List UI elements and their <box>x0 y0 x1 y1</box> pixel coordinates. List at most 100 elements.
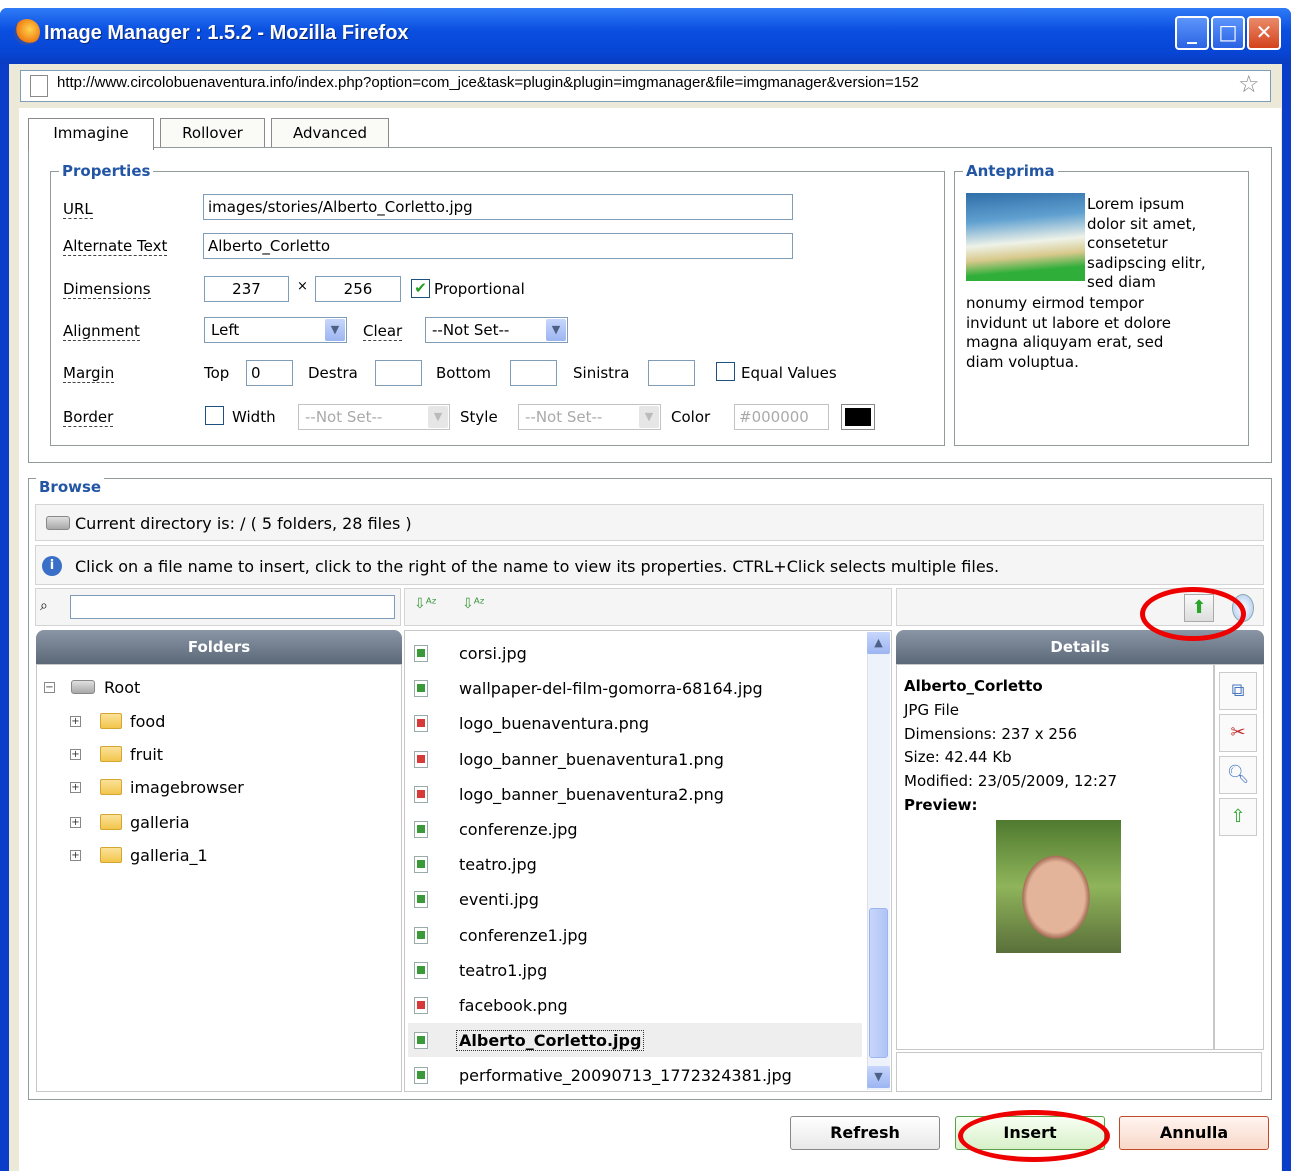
jpg-file-icon <box>414 680 428 698</box>
file-name[interactable]: conferenze.jpg <box>459 820 578 839</box>
expand-icon[interactable]: + <box>70 817 81 828</box>
close-button[interactable]: ✕ <box>1247 16 1281 50</box>
file-row[interactable]: conferenze.jpg <box>408 812 862 846</box>
alignment-select[interactable]: Left ▼ <box>204 317 347 343</box>
new-file-icon[interactable]: ⇧ <box>1219 798 1257 836</box>
refresh-button[interactable]: Refresh <box>790 1116 940 1150</box>
folder-galleria-1[interactable]: galleria_1 <box>130 846 208 866</box>
clear-select[interactable]: --Not Set-- ▼ <box>425 317 568 343</box>
file-row[interactable]: teatro.jpg <box>408 847 862 881</box>
alt-text-input[interactable]: Alberto_Corletto <box>203 233 793 259</box>
cut-icon[interactable]: ✂ <box>1219 714 1257 752</box>
file-name[interactable]: wallpaper-del-film-gomorra-68164.jpg <box>459 679 763 698</box>
file-name[interactable]: conferenze1.jpg <box>459 926 588 945</box>
png-file-icon <box>414 715 428 733</box>
jpg-file-icon <box>414 926 428 944</box>
margin-left-input[interactable] <box>648 360 695 386</box>
search-input[interactable] <box>70 595 395 619</box>
file-row[interactable]: eventi.jpg <box>408 882 862 916</box>
preview-line: sadipscing elitr, <box>1087 253 1206 272</box>
collapse-root-icon[interactable]: − <box>44 682 55 693</box>
border-width-label: Width <box>232 408 276 426</box>
tab-immagine[interactable]: Immagine <box>28 118 154 150</box>
file-row[interactable]: teatro1.jpg <box>408 953 862 987</box>
expand-icon[interactable]: + <box>70 782 81 793</box>
file-name[interactable]: logo_banner_buenaventura2.png <box>459 785 724 804</box>
expand-icon[interactable]: + <box>70 850 81 861</box>
file-row[interactable]: logo_banner_buenaventura1.png <box>408 742 862 776</box>
detail-type: JPG File <box>904 701 959 719</box>
alignment-label: Alignment <box>63 322 140 341</box>
margin-bottom-input[interactable] <box>510 360 557 386</box>
bookmark-star-icon[interactable]: ☆ <box>1238 70 1260 98</box>
border-checkbox[interactable] <box>205 406 224 425</box>
jpg-file-icon <box>414 645 428 662</box>
detail-preview-label: Preview: <box>904 796 978 814</box>
clear-label: Clear <box>363 322 403 341</box>
expand-icon[interactable]: + <box>70 749 81 760</box>
color-swatch-icon <box>845 408 871 426</box>
folder-icon <box>100 713 122 729</box>
file-row[interactable]: facebook.png <box>408 988 862 1022</box>
url-text: http://www.circolobuenaventura.info/inde… <box>57 74 919 91</box>
file-row[interactable]: logo_buenaventura.png <box>408 706 862 740</box>
file-name[interactable]: teatro.jpg <box>459 855 537 874</box>
alt-text-label: Alternate Text <box>63 237 168 256</box>
file-row[interactable]: wallpaper-del-film-gomorra-68164.jpg <box>408 671 862 705</box>
binoculars-icon[interactable]: ⌕ <box>40 598 48 614</box>
jpg-file-icon <box>414 1032 428 1050</box>
file-name[interactable]: eventi.jpg <box>459 890 539 909</box>
scroll-down-icon[interactable]: ▼ <box>867 1066 890 1088</box>
margin-top-input[interactable]: 0 <box>246 360 293 386</box>
file-name[interactable]: teatro1.jpg <box>459 961 547 980</box>
tab-rollover[interactable]: Rollover <box>160 118 265 148</box>
border-style-select[interactable]: --Not Set-- ▼ <box>518 404 661 430</box>
folder-fruit[interactable]: fruit <box>130 745 163 765</box>
folder-galleria[interactable]: galleria <box>130 813 190 833</box>
file-row[interactable]: logo_banner_buenaventura2.png <box>408 777 862 811</box>
folder-food[interactable]: food <box>130 712 165 732</box>
margin-top-label: Top <box>204 364 230 382</box>
zoom-icon[interactable]: 🔍︎ <box>1219 756 1257 794</box>
width-input[interactable]: 237 <box>204 276 289 302</box>
equal-values-checkbox[interactable] <box>716 362 735 381</box>
sort-type-icon[interactable]: ⇩ᴬᶻ <box>462 596 485 612</box>
proportional-checkbox[interactable]: ✔ <box>411 279 430 298</box>
border-width-select[interactable]: --Not Set-- ▼ <box>298 404 450 430</box>
file-row[interactable]: corsi.jpg <box>408 636 862 670</box>
file-name[interactable]: facebook.png <box>459 996 568 1015</box>
folder-icon <box>100 814 122 830</box>
minimize-button[interactable]: _ <box>1175 16 1209 50</box>
file-name[interactable]: logo_buenaventura.png <box>459 714 649 733</box>
file-row[interactable]: performative_20090713_1772324381.jpg <box>408 1058 862 1092</box>
height-input[interactable]: 256 <box>315 276 401 302</box>
preview-line: Lorem ipsum <box>1087 195 1185 213</box>
color-picker-button[interactable] <box>841 404 875 430</box>
folder-imagebrowser[interactable]: imagebrowser <box>130 778 244 798</box>
file-row[interactable]: conferenze1.jpg <box>408 918 862 952</box>
properties-legend: Properties <box>62 162 151 180</box>
tab-advanced[interactable]: Advanced <box>271 118 389 148</box>
copy-icon[interactable]: ⧉ <box>1219 672 1257 710</box>
file-name[interactable]: logo_banner_buenaventura1.png <box>459 750 724 769</box>
expand-icon[interactable]: + <box>70 716 81 727</box>
jpg-file-icon <box>414 891 428 909</box>
preview-line: nonumy eirmod tempor <box>966 294 1144 312</box>
margin-right-input[interactable] <box>375 360 422 386</box>
window-title: Image Manager : 1.5.2 - Mozilla Firefox <box>44 22 409 44</box>
tree-root[interactable]: Root <box>104 678 140 698</box>
scroll-thumb[interactable] <box>869 908 888 1058</box>
cancel-button[interactable]: Annulla <box>1119 1116 1269 1150</box>
file-name[interactable]: performative_20090713_1772324381.jpg <box>459 1066 792 1085</box>
url-input[interactable]: images/stories/Alberto_Corletto.jpg <box>203 194 793 220</box>
file-name[interactable]: Alberto_Corletto.jpg <box>455 1030 645 1052</box>
file-name[interactable]: corsi.jpg <box>459 644 527 663</box>
sort-name-icon[interactable]: ⇩ᴬᶻ <box>414 596 437 612</box>
maximize-icon: □ <box>1218 20 1238 44</box>
detail-dimensions: Dimensions: 237 x 256 <box>904 725 1078 743</box>
file-row[interactable]: Alberto_Corletto.jpg <box>408 1023 862 1058</box>
border-color-input[interactable]: #000000 <box>734 404 829 430</box>
scroll-up-icon[interactable]: ▲ <box>867 632 890 654</box>
maximize-button[interactable]: □ <box>1211 16 1245 50</box>
detail-name: Alberto_Corletto <box>904 677 1043 695</box>
